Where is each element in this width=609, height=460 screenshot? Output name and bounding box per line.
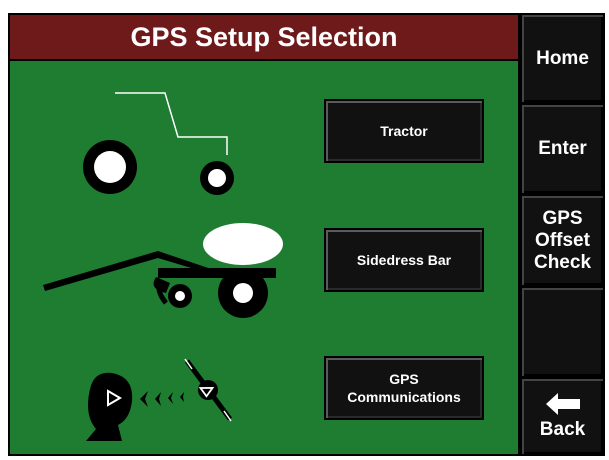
gps-offset-label-line1: GPS xyxy=(542,207,583,229)
tractor-button-label: Tractor xyxy=(380,123,428,139)
sidedress-bar-icon xyxy=(43,223,283,318)
gps-offset-check-button[interactable]: GPS Offset Check xyxy=(522,196,603,285)
sidedress-bar-button-label: Sidedress Bar xyxy=(356,252,452,268)
left-arrow-icon xyxy=(545,392,580,415)
tractor-icon xyxy=(83,92,234,195)
gps-communications-icon xyxy=(86,358,233,441)
display-screen: GPS Setup Selection Tractor Sidedress Ba… xyxy=(8,13,605,456)
enter-button-label: Enter xyxy=(538,138,587,159)
enter-button[interactable]: Enter xyxy=(522,105,603,193)
gps-communications-button[interactable]: GPS Communications xyxy=(324,356,484,420)
home-button-label: Home xyxy=(536,47,589,69)
blank-softkey[interactable] xyxy=(522,288,603,376)
home-button[interactable]: Home xyxy=(522,15,603,102)
gps-communications-label-line1: GPS xyxy=(389,371,419,387)
sidedress-bar-button[interactable]: Sidedress Bar xyxy=(324,228,484,292)
main-panel: GPS Setup Selection Tractor Sidedress Ba… xyxy=(8,13,520,456)
tractor-button[interactable]: Tractor xyxy=(324,99,484,163)
gps-offset-label-line2: Offset xyxy=(535,229,590,251)
gps-communications-label-line2: Communications xyxy=(347,389,461,405)
softkey-sidebar: Home Enter GPS Offset Check Back xyxy=(520,13,605,456)
back-button[interactable]: Back xyxy=(522,379,603,454)
back-button-label: Back xyxy=(539,418,586,440)
page-title: GPS Setup Selection xyxy=(10,15,518,61)
selection-area: Tractor Sidedress Bar GPS Communications xyxy=(10,61,518,454)
gps-offset-label-line3: Check xyxy=(533,251,592,273)
